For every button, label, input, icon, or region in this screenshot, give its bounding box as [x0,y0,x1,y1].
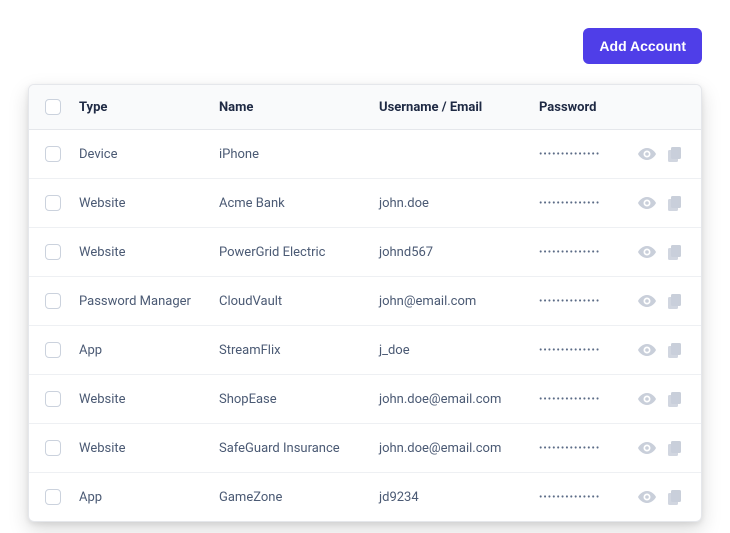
row-checkbox[interactable] [45,146,61,162]
cell-type: Website [79,392,219,407]
eye-icon[interactable] [637,144,657,164]
cell-password-mask: •••••••••••••• [539,345,629,356]
table-row: App StreamFlix j_doe •••••••••••••• [29,326,701,375]
table-row: App GameZone jd9234 •••••••••••••• [29,473,701,521]
cell-name: CloudVault [219,294,379,309]
copy-icon[interactable] [665,438,685,458]
row-checkbox[interactable] [45,293,61,309]
cell-username: john@email.com [379,294,539,309]
row-checkbox[interactable] [45,489,61,505]
row-checkbox[interactable] [45,440,61,456]
header-password: Password [539,100,685,115]
table-header-row: Type Name Username / Email Password [29,85,701,130]
table-row: Password Manager CloudVault john@email.c… [29,277,701,326]
row-checkbox[interactable] [45,342,61,358]
cell-type: App [79,343,219,358]
eye-icon[interactable] [637,340,657,360]
table-row: Device iPhone •••••••••••••• [29,130,701,179]
cell-password-mask: •••••••••••••• [539,394,629,405]
table-row: Website PowerGrid Electric johnd567 ••••… [29,228,701,277]
cell-name: ShopEase [219,392,379,407]
cell-username: john.doe [379,196,539,211]
select-all-checkbox[interactable] [45,99,61,115]
cell-type: Device [79,147,219,162]
cell-password-mask: •••••••••••••• [539,296,629,307]
cell-type: App [79,490,219,505]
cell-password-mask: •••••••••••••• [539,149,629,160]
top-bar: Add Account [28,28,702,64]
cell-name: SafeGuard Insurance [219,441,379,456]
copy-icon[interactable] [665,144,685,164]
eye-icon[interactable] [637,438,657,458]
add-account-button[interactable]: Add Account [583,28,702,64]
eye-icon[interactable] [637,193,657,213]
copy-icon[interactable] [665,389,685,409]
row-checkbox[interactable] [45,391,61,407]
accounts-table: Type Name Username / Email Password Devi… [28,84,702,522]
header-type: Type [79,100,219,115]
copy-icon[interactable] [665,193,685,213]
eye-icon[interactable] [637,487,657,507]
cell-password-mask: •••••••••••••• [539,443,629,454]
cell-password-mask: •••••••••••••• [539,247,629,258]
cell-username: j_doe [379,343,539,358]
cell-username: johnd567 [379,245,539,260]
cell-type: Website [79,196,219,211]
header-username: Username / Email [379,100,539,115]
row-checkbox[interactable] [45,244,61,260]
cell-name: GameZone [219,490,379,505]
cell-username: john.doe@email.com [379,392,539,407]
cell-name: iPhone [219,147,379,162]
cell-type: Website [79,245,219,260]
copy-icon[interactable] [665,487,685,507]
eye-icon[interactable] [637,291,657,311]
table-row: Website ShopEase john.doe@email.com ••••… [29,375,701,424]
eye-icon[interactable] [637,389,657,409]
eye-icon[interactable] [637,242,657,262]
cell-name: PowerGrid Electric [219,245,379,260]
cell-username: jd9234 [379,490,539,505]
row-checkbox[interactable] [45,195,61,211]
copy-icon[interactable] [665,242,685,262]
cell-name: Acme Bank [219,196,379,211]
table-row: Website SafeGuard Insurance john.doe@ema… [29,424,701,473]
cell-password-mask: •••••••••••••• [539,198,629,209]
cell-type: Website [79,441,219,456]
cell-type: Password Manager [79,294,219,309]
cell-password-mask: •••••••••••••• [539,492,629,503]
copy-icon[interactable] [665,291,685,311]
copy-icon[interactable] [665,340,685,360]
cell-username: john.doe@email.com [379,441,539,456]
cell-name: StreamFlix [219,343,379,358]
header-name: Name [219,100,379,115]
table-row: Website Acme Bank john.doe •••••••••••••… [29,179,701,228]
